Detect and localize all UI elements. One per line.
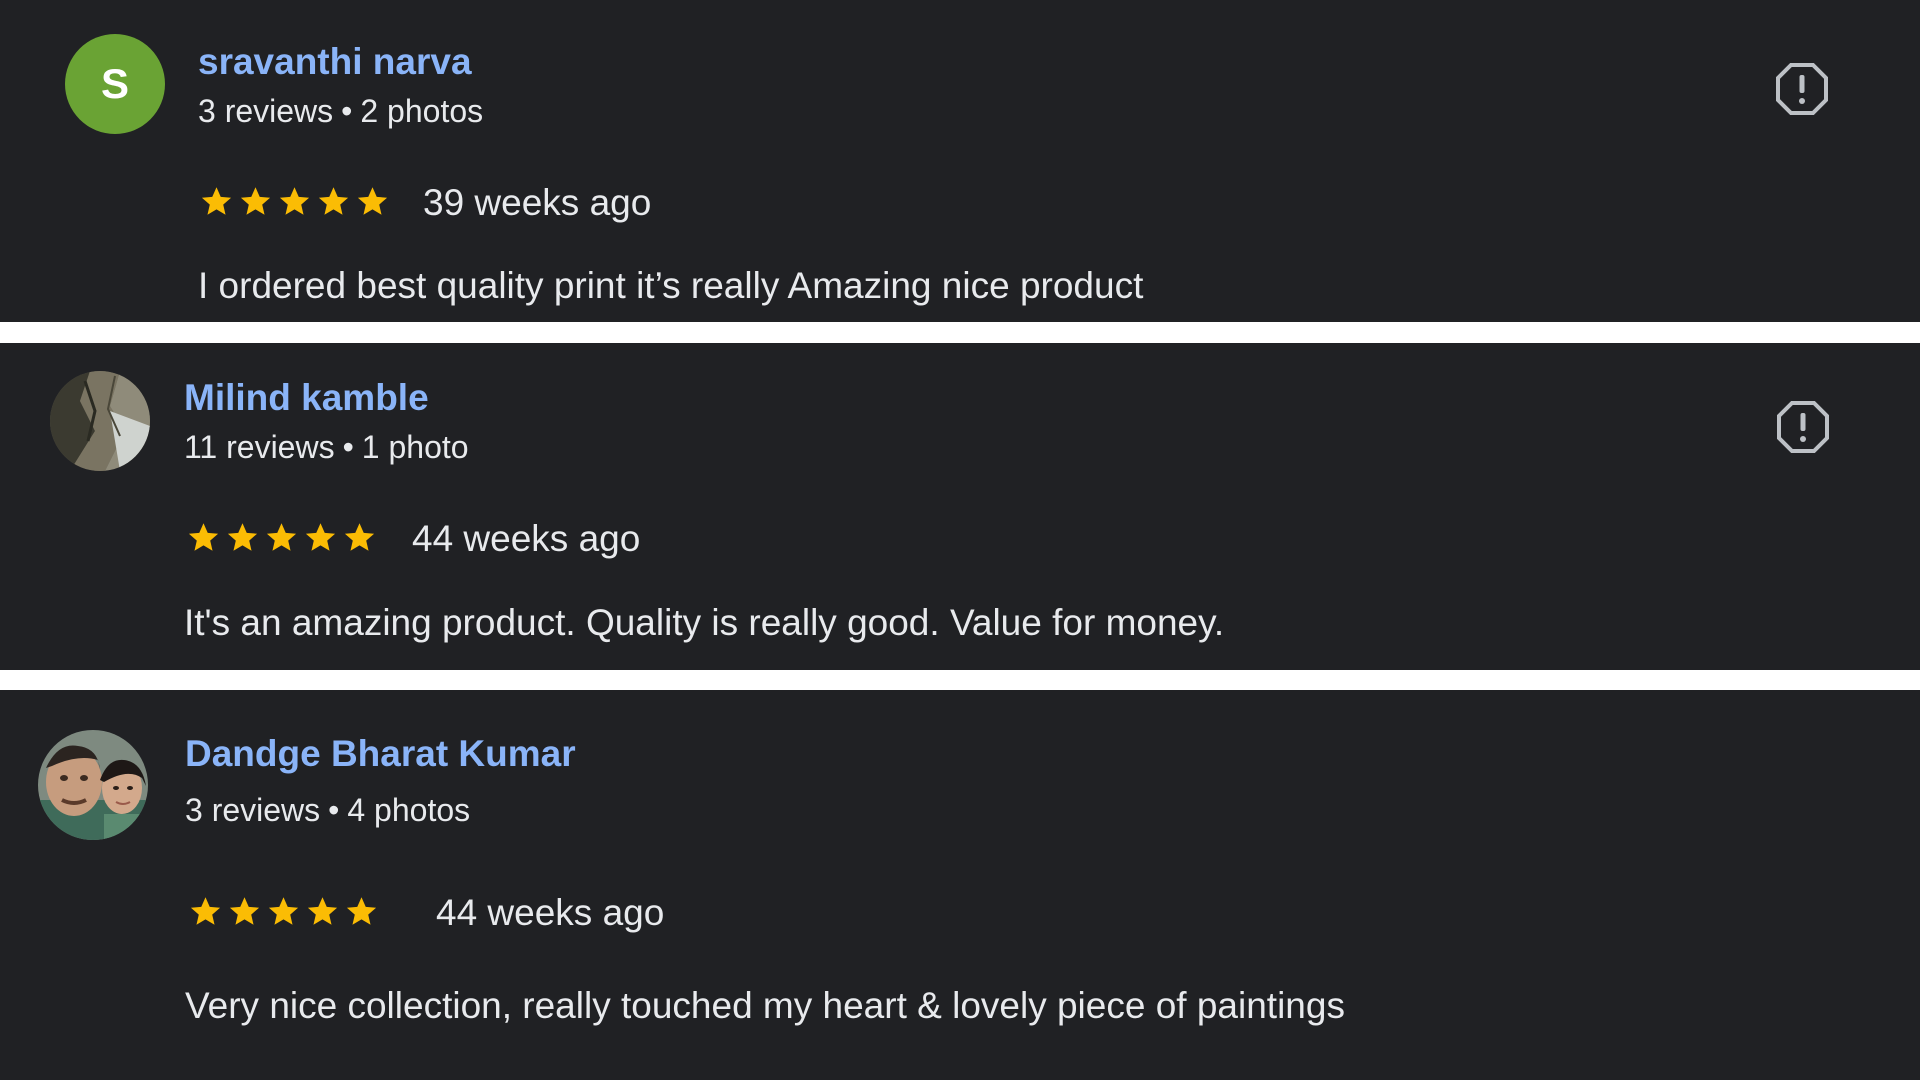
star-icon <box>240 187 271 215</box>
star-icon <box>188 523 219 551</box>
star-rating <box>199 184 390 219</box>
report-flag-icon[interactable] <box>1776 400 1830 454</box>
photos-count: 4 photos <box>347 792 471 828</box>
reviews-count: 11 reviews <box>184 429 335 465</box>
star-icon <box>227 523 258 551</box>
star-icon <box>307 897 338 925</box>
star-icon <box>344 523 375 551</box>
reviews-count: 3 reviews <box>198 93 334 129</box>
star-icon <box>346 897 377 925</box>
star-icon <box>318 187 349 215</box>
photos-count: 1 photo <box>361 429 469 465</box>
star-rating <box>186 520 377 555</box>
avatar[interactable] <box>38 730 148 840</box>
separator-dot: • <box>341 93 353 129</box>
review-text: It's an amazing product. Quality is real… <box>184 602 1225 643</box>
people-photo-avatar <box>38 730 148 840</box>
reviewer-name[interactable]: Milind kamble <box>184 379 429 416</box>
review-text: I ordered best quality print it’s really… <box>198 265 1144 306</box>
separator-dot: • <box>328 792 340 828</box>
reviewer-meta: 3 reviews • 2 photos <box>198 95 483 127</box>
star-icon <box>266 523 297 551</box>
avatar[interactable]: S <box>65 34 165 134</box>
review-time: 39 weeks ago <box>423 182 652 223</box>
reviewer-meta: 11 reviews • 1 photo <box>184 431 469 463</box>
review-card: S sravanthi narva 3 reviews • 2 photos 39 … <box>0 0 1920 322</box>
rock-photo-avatar <box>50 371 150 471</box>
avatar[interactable] <box>50 371 150 471</box>
photos-count: 2 photos <box>360 93 484 129</box>
star-icon <box>229 897 260 925</box>
review-text: Very nice collection, really touched my … <box>185 985 1345 1026</box>
star-icon <box>201 187 232 215</box>
report-flag-icon[interactable] <box>1775 62 1829 116</box>
star-icon <box>305 523 336 551</box>
reviews-count: 3 reviews <box>185 792 321 828</box>
reviewer-meta: 3 reviews • 4 photos <box>185 794 470 826</box>
star-icon <box>268 897 299 925</box>
review-card: Dandge Bharat Kumar 3 reviews • 4 photos 4… <box>0 690 1920 1080</box>
review-time: 44 weeks ago <box>412 518 641 559</box>
separator-dot: • <box>342 429 354 465</box>
reviewer-name[interactable]: sravanthi narva <box>198 43 472 80</box>
star-icon <box>190 897 221 925</box>
star-icon <box>279 187 310 215</box>
star-rating <box>188 894 379 929</box>
star-icon <box>357 187 388 215</box>
reviewer-name[interactable]: Dandge Bharat Kumar <box>185 735 576 772</box>
avatar-letter: S <box>100 60 129 107</box>
review-time: 44 weeks ago <box>436 892 665 933</box>
review-card: Milind kamble 11 reviews • 1 photo 44 week… <box>0 343 1920 670</box>
